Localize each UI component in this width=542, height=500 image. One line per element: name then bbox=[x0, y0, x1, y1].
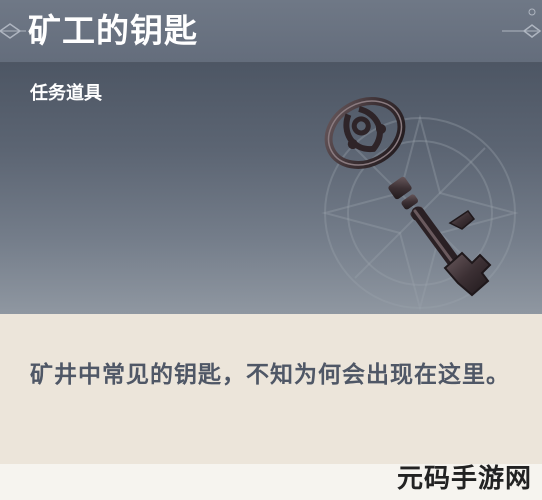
item-name: 矿工的钥匙 bbox=[28, 11, 198, 50]
item-detail-card: 矿工的钥匙 任务道具 矿井中常见的钥匙，不知为何会出现在这里。 元码手游网 bbox=[0, 0, 542, 500]
title-ornament-left-icon bbox=[0, 23, 26, 39]
title-ornament-right-icon bbox=[502, 8, 542, 38]
site-watermark: 元码手游网 bbox=[396, 464, 532, 494]
item-artwork-panel: 任务道具 bbox=[0, 63, 542, 314]
item-description: 矿井中常见的钥匙，不知为何会出现在这里。 bbox=[30, 362, 510, 388]
item-description-panel: 矿井中常见的钥匙，不知为何会出现在这里。 bbox=[0, 314, 542, 464]
item-title-bar: 矿工的钥匙 bbox=[0, 0, 542, 63]
key-icon bbox=[324, 97, 492, 297]
